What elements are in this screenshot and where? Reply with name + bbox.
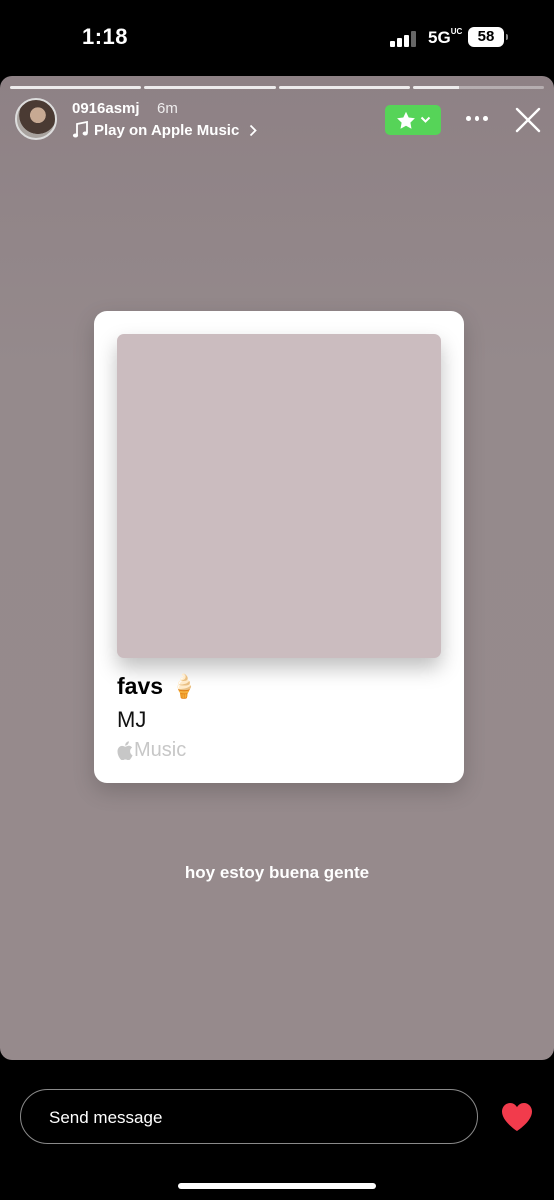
artist-name: MJ [117, 707, 147, 732]
chevron-down-icon [420, 116, 430, 123]
battery-icon: 58 [468, 27, 508, 47]
story-caption: hoy estoy buena gente [184, 863, 370, 882]
signal-icon [390, 31, 420, 47]
progress-segment [278, 86, 410, 89]
story-progress-bar [10, 86, 544, 89]
note-icon [72, 121, 88, 138]
apple-music-logo: Music [117, 739, 186, 762]
chevron-right-icon [250, 124, 258, 136]
progress-segment-current [412, 86, 544, 89]
send-message-placeholder: Send message [49, 1108, 163, 1127]
song-title: favs 🍦 [117, 673, 199, 699]
username[interactable]: 0916asmj [72, 100, 140, 117]
story-time-ago: 6m [157, 100, 178, 117]
album-artwork [117, 334, 441, 658]
status-time: 1:18 [82, 24, 129, 49]
close-friends-button[interactable] [385, 105, 441, 135]
network-indicator: 5GUC [428, 27, 463, 47]
status-bar: 1:18 5GUC 58 [0, 0, 554, 76]
ice-cream-emoji: 🍦 [169, 673, 199, 699]
send-message-input[interactable]: Send message [20, 1089, 478, 1144]
home-indicator [178, 1183, 376, 1189]
apple-music-link[interactable]: Play on Apple Music [72, 121, 258, 139]
star-icon [396, 111, 415, 129]
more-icon[interactable] [466, 116, 489, 122]
close-icon[interactable] [514, 106, 542, 134]
progress-segment [10, 86, 142, 89]
avatar[interactable] [15, 98, 57, 140]
music-link-label: Play on Apple Music [94, 121, 240, 139]
music-card[interactable]: favs 🍦 MJ Music [94, 311, 464, 783]
heart-icon[interactable] [501, 1102, 533, 1132]
story-viewer[interactable]: 0916asmj 6m Play on Apple Music favs 🍦 M… [0, 76, 554, 1060]
apple-icon [117, 741, 133, 760]
progress-segment [144, 86, 276, 89]
service-label: Music [134, 739, 187, 761]
